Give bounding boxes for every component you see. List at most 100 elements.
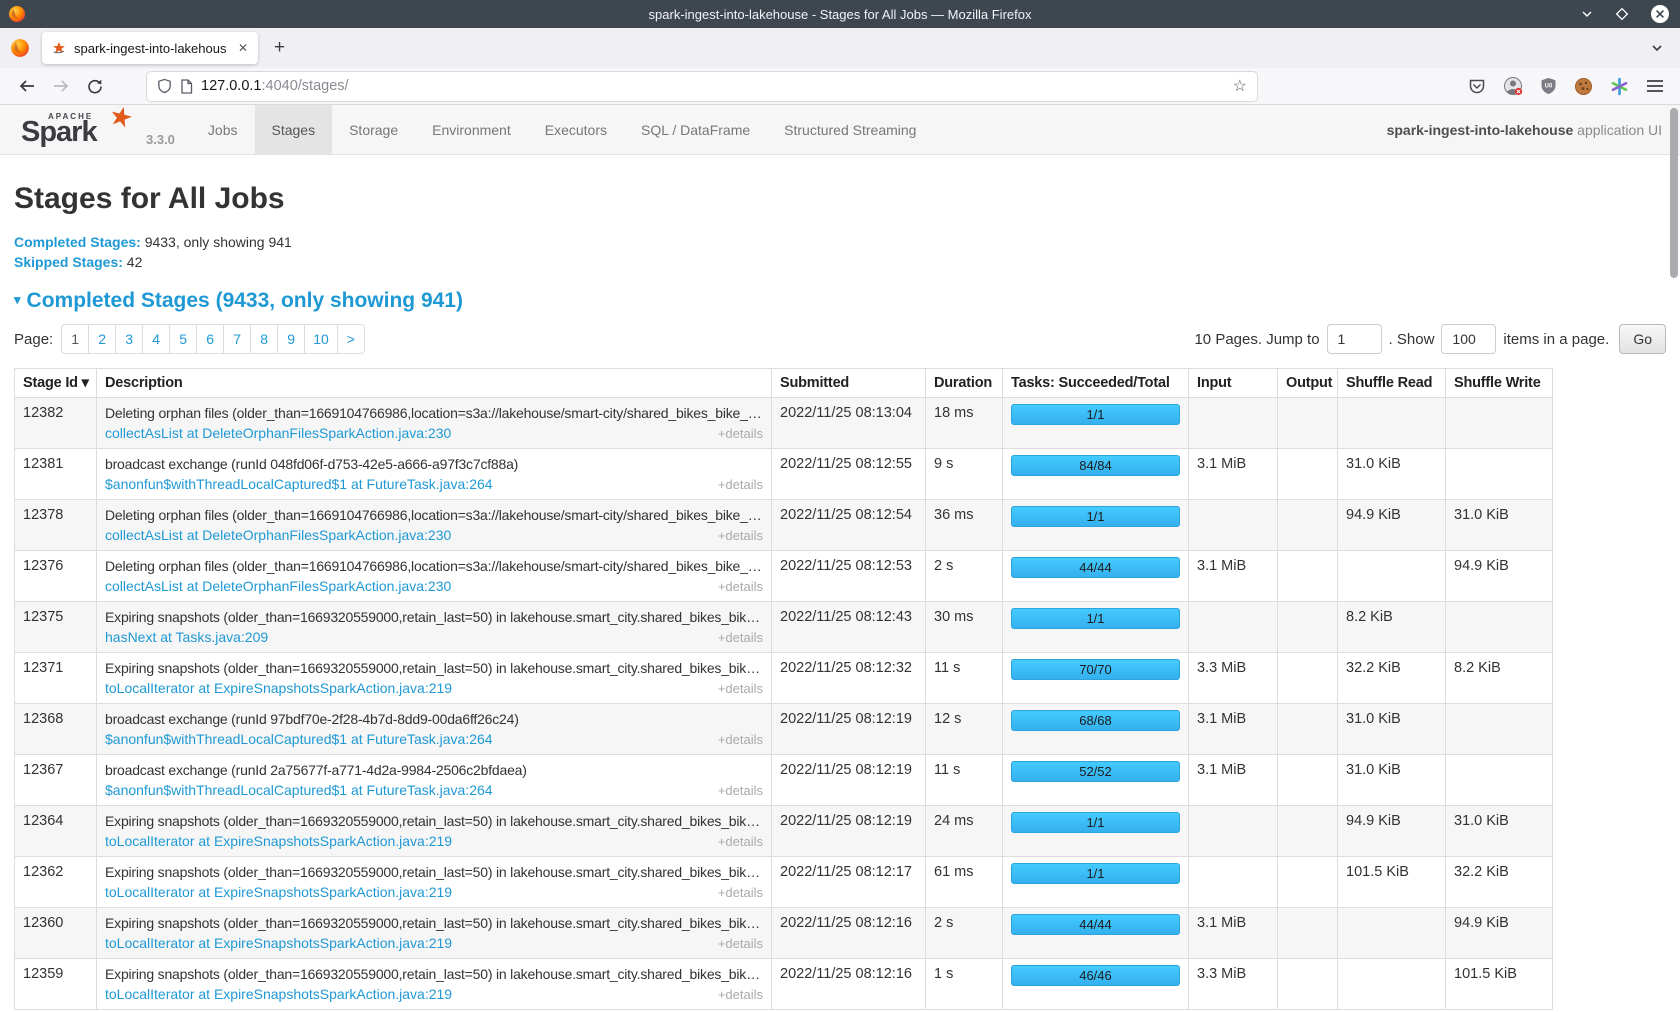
page-button[interactable]: 6 bbox=[196, 324, 224, 354]
go-button[interactable]: Go bbox=[1619, 324, 1666, 354]
jump-to-page-input[interactable] bbox=[1327, 324, 1382, 354]
page-button[interactable]: 10 bbox=[304, 324, 338, 354]
pagination-row: Page: 12345678910> 10 Pages. Jump to . S… bbox=[14, 324, 1666, 354]
page-button[interactable]: 5 bbox=[169, 324, 197, 354]
items-per-page-input[interactable] bbox=[1441, 324, 1496, 354]
window-titlebar: spark-ingest-into-lakehouse - Stages for… bbox=[0, 0, 1680, 28]
pocket-icon[interactable] bbox=[1468, 78, 1486, 95]
column-header[interactable]: Stage Id ▾ bbox=[15, 369, 97, 398]
account-avatar-icon[interactable] bbox=[1503, 76, 1523, 96]
nav-item-sql-dataframe[interactable]: SQL / DataFrame bbox=[624, 105, 767, 154]
spark-logo[interactable]: APACHE Spark ★ bbox=[12, 105, 140, 154]
shuffle-read-cell: 31.0 KiB bbox=[1338, 704, 1446, 755]
nav-item-executors[interactable]: Executors bbox=[528, 105, 624, 154]
nav-item-stages[interactable]: Stages bbox=[255, 105, 333, 154]
column-header[interactable]: Shuffle Write bbox=[1446, 369, 1553, 398]
spark-navbar: APACHE Spark ★ 3.3.0 JobsStagesStorageEn… bbox=[0, 105, 1680, 155]
details-toggle[interactable]: +details bbox=[710, 630, 763, 645]
cookie-icon[interactable] bbox=[1574, 77, 1593, 96]
nav-item-jobs[interactable]: Jobs bbox=[191, 105, 255, 154]
completed-stages-section-header[interactable]: ▾Completed Stages (9433, only showing 94… bbox=[14, 289, 1666, 313]
completed-stages-link[interactable]: Completed Stages: bbox=[14, 234, 141, 250]
page-button[interactable]: 2 bbox=[88, 324, 116, 354]
input-cell bbox=[1189, 602, 1278, 653]
page-info-icon[interactable] bbox=[180, 79, 193, 94]
stage-detail-link[interactable]: collectAsList at DeleteOrphanFilesSparkA… bbox=[105, 578, 451, 594]
details-toggle[interactable]: +details bbox=[710, 426, 763, 441]
browser-tab[interactable]: spark-ingest-into-lakehous ✕ bbox=[42, 32, 258, 64]
tasks-cell: 44/44 bbox=[1003, 908, 1189, 959]
menu-hamburger-icon[interactable] bbox=[1646, 79, 1664, 93]
details-toggle[interactable]: +details bbox=[710, 681, 763, 696]
spark-wordmark: Spark bbox=[21, 116, 97, 149]
page-button[interactable]: 3 bbox=[115, 324, 143, 354]
column-header[interactable]: Output bbox=[1278, 369, 1338, 398]
stage-detail-link[interactable]: $anonfun$withThreadLocalCaptured$1 at Fu… bbox=[105, 731, 493, 747]
back-button-icon[interactable] bbox=[12, 78, 42, 94]
close-icon[interactable] bbox=[1650, 4, 1670, 24]
extension-asterisk-icon[interactable] bbox=[1610, 77, 1629, 96]
stage-detail-link[interactable]: hasNext at Tasks.java:209 bbox=[105, 629, 268, 645]
details-toggle[interactable]: +details bbox=[710, 732, 763, 747]
page-button[interactable]: 1 bbox=[61, 324, 89, 354]
stage-detail-link[interactable]: toLocalIterator at ExpireSnapshotsSparkA… bbox=[105, 884, 452, 900]
output-cell bbox=[1278, 602, 1338, 653]
url-bar[interactable]: 127.0.0.1:4040/stages/ ☆ bbox=[147, 72, 1257, 101]
page-button[interactable]: 4 bbox=[142, 324, 170, 354]
page-button[interactable]: 7 bbox=[223, 324, 251, 354]
bookmark-star-icon[interactable]: ☆ bbox=[1233, 76, 1247, 96]
stage-detail-link[interactable]: collectAsList at DeleteOrphanFilesSparkA… bbox=[105, 425, 451, 441]
nav-item-structured-streaming[interactable]: Structured Streaming bbox=[767, 105, 933, 154]
column-header[interactable]: Description bbox=[97, 369, 772, 398]
nav-item-storage[interactable]: Storage bbox=[332, 105, 415, 154]
tracking-shield-icon[interactable] bbox=[157, 78, 172, 94]
page-button[interactable]: 9 bbox=[277, 324, 305, 354]
stage-detail-link[interactable]: toLocalIterator at ExpireSnapshotsSparkA… bbox=[105, 935, 452, 951]
details-toggle[interactable]: +details bbox=[710, 987, 763, 1002]
shuffle-read-cell: 31.0 KiB bbox=[1338, 449, 1446, 500]
ublock-shield-icon[interactable]: U0 bbox=[1540, 77, 1557, 95]
stage-detail-link[interactable]: toLocalIterator at ExpireSnapshotsSparkA… bbox=[105, 833, 452, 849]
window-title: spark-ingest-into-lakehouse - Stages for… bbox=[0, 7, 1680, 22]
nav-item-environment[interactable]: Environment bbox=[415, 105, 528, 154]
stage-detail-link[interactable]: toLocalIterator at ExpireSnapshotsSparkA… bbox=[105, 680, 452, 696]
skipped-stages-link[interactable]: Skipped Stages: bbox=[14, 254, 123, 270]
new-tab-button[interactable]: + bbox=[274, 37, 285, 59]
details-toggle[interactable]: +details bbox=[710, 528, 763, 543]
details-toggle[interactable]: +details bbox=[710, 579, 763, 594]
scrollbar-thumb[interactable] bbox=[1670, 108, 1678, 278]
maximize-icon[interactable] bbox=[1615, 7, 1629, 21]
stage-detail-link[interactable]: $anonfun$withThreadLocalCaptured$1 at Fu… bbox=[105, 782, 493, 798]
reload-button-icon[interactable] bbox=[80, 78, 110, 95]
tab-favicon-spark-icon bbox=[52, 41, 66, 55]
details-toggle[interactable]: +details bbox=[710, 783, 763, 798]
url-host: 127.0.0.1 bbox=[201, 78, 261, 94]
tab-list-chevron-icon[interactable] bbox=[1650, 41, 1664, 55]
url-toolbar: 127.0.0.1:4040/stages/ ☆ U0 bbox=[0, 68, 1680, 105]
minimize-icon[interactable] bbox=[1580, 7, 1594, 21]
details-toggle[interactable]: +details bbox=[710, 936, 763, 951]
column-header[interactable]: Input bbox=[1189, 369, 1278, 398]
details-toggle[interactable]: +details bbox=[710, 885, 763, 900]
column-header[interactable]: Shuffle Read bbox=[1338, 369, 1446, 398]
column-header[interactable]: Duration bbox=[926, 369, 1003, 398]
page-label: Page: bbox=[14, 331, 53, 348]
column-header[interactable]: Tasks: Succeeded/Total bbox=[1003, 369, 1189, 398]
stage-detail-link[interactable]: toLocalIterator at ExpireSnapshotsSparkA… bbox=[105, 986, 452, 1002]
page-button[interactable]: > bbox=[337, 324, 365, 354]
column-header[interactable]: Submitted bbox=[772, 369, 926, 398]
details-toggle[interactable]: +details bbox=[710, 834, 763, 849]
tab-bar: spark-ingest-into-lakehous ✕ + bbox=[0, 28, 1680, 68]
tasks-cell: 68/68 bbox=[1003, 704, 1189, 755]
forward-button-icon[interactable] bbox=[46, 78, 76, 94]
tasks-progress-bar: 44/44 bbox=[1011, 914, 1180, 935]
shuffle-write-cell: 94.9 KiB bbox=[1446, 908, 1553, 959]
stage-detail-link[interactable]: collectAsList at DeleteOrphanFilesSparkA… bbox=[105, 527, 451, 543]
tab-close-icon[interactable]: ✕ bbox=[238, 41, 248, 55]
details-toggle[interactable]: +details bbox=[710, 477, 763, 492]
table-header-row: Stage Id ▾DescriptionSubmittedDurationTa… bbox=[15, 369, 1553, 398]
page-button[interactable]: 8 bbox=[250, 324, 278, 354]
stage-detail-link[interactable]: $anonfun$withThreadLocalCaptured$1 at Fu… bbox=[105, 476, 493, 492]
description-cell: broadcast exchange (runId 97bdf70e-2f28-… bbox=[97, 704, 772, 755]
url-text[interactable]: 127.0.0.1:4040/stages/ bbox=[201, 78, 1225, 94]
